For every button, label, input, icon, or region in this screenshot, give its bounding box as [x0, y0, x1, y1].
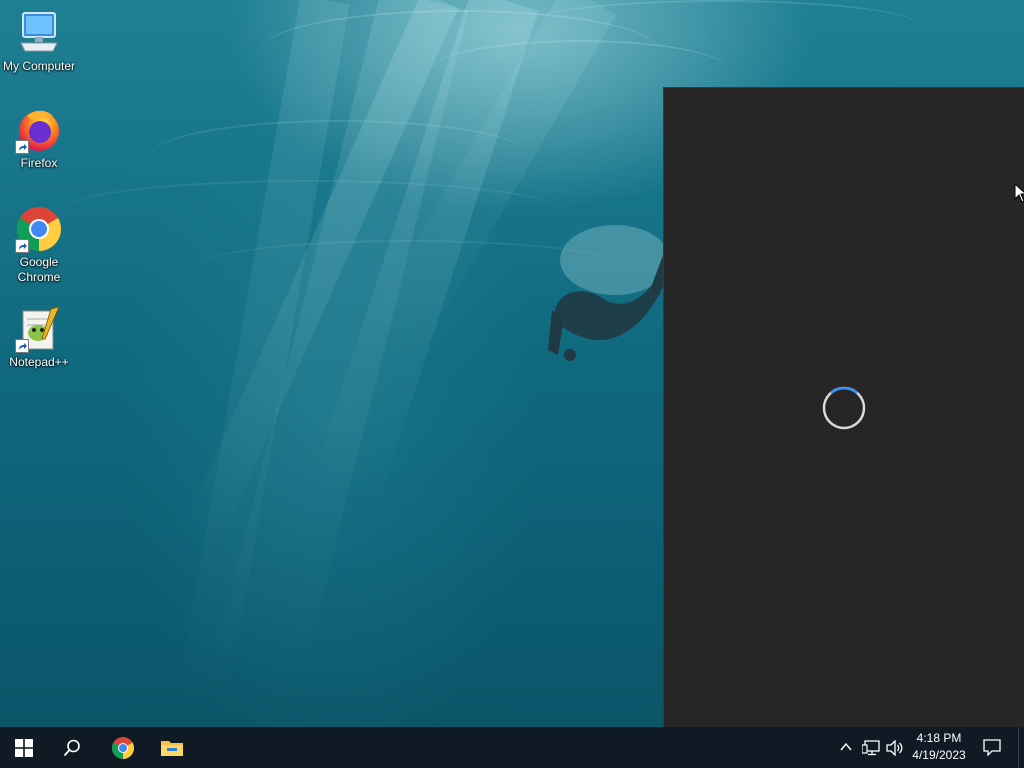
show-desktop-button[interactable] — [1018, 727, 1024, 768]
chrome-icon — [15, 205, 63, 253]
search-button[interactable] — [48, 727, 96, 768]
loading-spinner-icon — [822, 386, 866, 430]
desktop-icon-label: Firefox — [20, 156, 58, 170]
computer-icon — [15, 9, 63, 57]
desktop-icon-label: Google Chrome — [17, 255, 61, 284]
desktop-icon-google-chrome[interactable]: Google Chrome — [0, 205, 78, 285]
clock-time: 4:18 PM — [916, 731, 962, 745]
notification-icon[interactable] — [983, 739, 1001, 756]
swimmer-figure — [548, 225, 670, 361]
start-button[interactable] — [0, 727, 48, 768]
desktop-icon-my-computer[interactable]: My Computer — [0, 9, 78, 74]
windows-start-icon — [15, 738, 33, 757]
water-wave — [520, 0, 920, 52]
water-wave — [60, 180, 560, 242]
desktop-icon-label: Notepad++ — [9, 355, 69, 369]
taskbar-app-file-explorer[interactable] — [148, 727, 196, 768]
clock-date: 4/19/2023 — [912, 748, 966, 762]
desktop-wallpaper: My Computer Firefox Google Chrome Notepa… — [0, 0, 1024, 727]
mouse-cursor-icon — [1014, 183, 1024, 203]
loading-window-panel[interactable] — [663, 87, 1024, 727]
desktop-icon-notepad-plus-plus[interactable]: Notepad++ — [0, 305, 78, 370]
taskbar-clock[interactable]: 4:18 PM 4/19/2023 — [904, 730, 974, 764]
taskbar: 4:18 PM 4/19/2023 — [0, 727, 1024, 768]
taskbar-app-google-chrome[interactable] — [98, 727, 148, 768]
chevron-up-icon[interactable] — [840, 742, 852, 752]
chrome-icon — [112, 736, 134, 759]
shortcut-arrow-icon — [15, 339, 29, 353]
search-icon — [63, 739, 80, 756]
desktop-icon-label: My Computer — [2, 59, 76, 73]
notepad-plus-plus-icon — [15, 305, 63, 353]
shortcut-arrow-icon — [15, 140, 29, 154]
firefox-icon — [15, 106, 63, 154]
volume-icon[interactable] — [886, 740, 904, 756]
shortcut-arrow-icon — [15, 239, 29, 253]
folder-icon — [161, 740, 183, 756]
network-icon[interactable] — [862, 740, 880, 756]
desktop-icon-firefox[interactable]: Firefox — [0, 106, 78, 171]
